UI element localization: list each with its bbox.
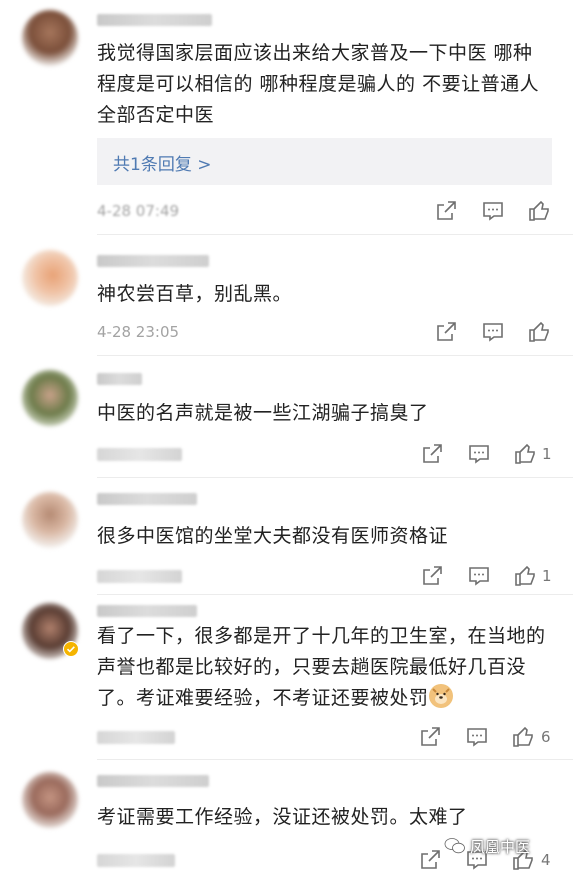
- like-count: 1: [542, 445, 552, 463]
- username[interactable]: [97, 493, 197, 505]
- like-count: 6: [541, 728, 551, 746]
- like-count: 1: [542, 567, 552, 585]
- username[interactable]: [97, 373, 142, 385]
- timestamp: [97, 731, 175, 744]
- timestamp: 4-28 23:05: [97, 323, 180, 341]
- comment-item: 中医的名声就是被一些江湖骗子搞臭了 1: [0, 356, 573, 478]
- share-icon[interactable]: [434, 199, 458, 223]
- comment-item: 我觉得国家层面应该出来给大家普及一下中医 哪种程度是可以相信的 哪种程度是骗人的…: [0, 0, 573, 235]
- comment-text: 我觉得国家层面应该出来给大家普及一下中医 哪种程度是可以相信的 哪种程度是骗人的…: [97, 42, 540, 126]
- username[interactable]: [97, 775, 209, 787]
- thumbs-up-icon[interactable]: [512, 725, 536, 749]
- comment-text: 中医的名声就是被一些江湖骗子搞臭了: [97, 402, 429, 424]
- username[interactable]: [97, 255, 209, 267]
- comment-text: 看了一下，很多都是开了十几年的卫生室，在当地的声誉也都是比较好的，只要去趟医院最…: [97, 621, 551, 714]
- timestamp: [97, 854, 175, 867]
- doge-emoji-icon: [428, 684, 453, 708]
- comment-icon[interactable]: [467, 564, 491, 588]
- like-count: 4: [541, 851, 551, 869]
- watermark: 凤凰中医: [470, 838, 531, 856]
- comment-item: 神农尝百草，别乱黑。 4-28 23:05: [0, 235, 573, 356]
- share-icon[interactable]: [420, 564, 444, 588]
- comment-text-content: 看了一下，很多都是开了十几年的卫生室，在当地的声誉也都是比较好的，只要去趟医院最…: [97, 625, 546, 709]
- thumbs-up-icon[interactable]: [514, 564, 538, 588]
- wechat-logo-icon: [444, 838, 465, 854]
- timestamp: [97, 570, 182, 583]
- share-icon[interactable]: [420, 442, 444, 466]
- avatar[interactable]: [22, 492, 78, 548]
- thumbs-up-icon[interactable]: [528, 199, 552, 223]
- comment-icon[interactable]: [467, 442, 491, 466]
- thumbs-up-icon[interactable]: [528, 320, 552, 344]
- avatar[interactable]: [22, 370, 78, 426]
- reply-box[interactable]: 共1条回复 >: [97, 138, 552, 185]
- comment-icon[interactable]: [481, 320, 505, 344]
- view-replies-link[interactable]: 共1条回复 >: [113, 150, 211, 175]
- share-icon[interactable]: [418, 725, 442, 749]
- avatar[interactable]: [22, 250, 78, 306]
- comment-icon[interactable]: [465, 725, 489, 749]
- share-icon[interactable]: [418, 848, 442, 872]
- comment-text: 神农尝百草，别乱黑。: [97, 283, 293, 305]
- username[interactable]: [97, 605, 197, 617]
- comment-item: 看了一下，很多都是开了十几年的卫生室，在当地的声誉也都是比较好的，只要去趟医院最…: [0, 595, 573, 760]
- timestamp: [97, 448, 182, 461]
- comment-item: 很多中医馆的坐堂大夫都没有医师资格证 1: [0, 478, 573, 595]
- comment-text: 很多中医馆的坐堂大夫都没有医师资格证: [97, 525, 449, 547]
- comment-text: 考证需要工作经验，没证还被处罚。太难了: [97, 806, 468, 828]
- avatar[interactable]: [22, 10, 78, 66]
- thumbs-up-icon[interactable]: [514, 442, 538, 466]
- verified-badge-icon: [63, 641, 79, 657]
- timestamp: 4-28 07:49: [97, 202, 180, 220]
- share-icon[interactable]: [434, 320, 458, 344]
- avatar[interactable]: [22, 772, 78, 828]
- username[interactable]: [97, 14, 212, 26]
- comment-icon[interactable]: [481, 199, 505, 223]
